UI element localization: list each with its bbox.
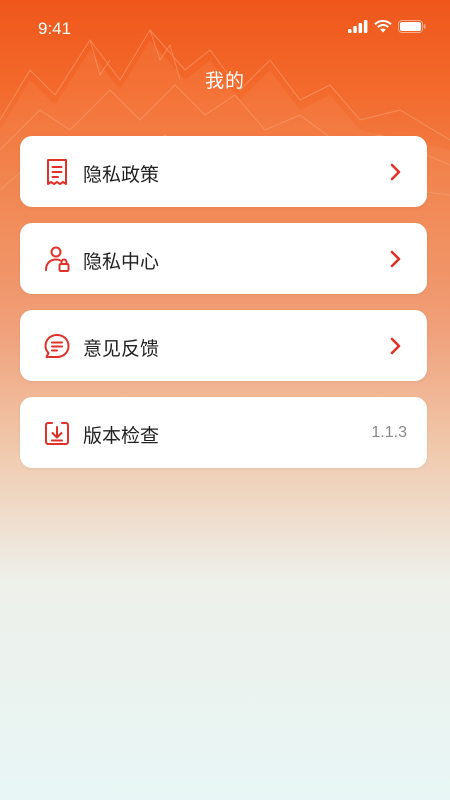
menu-item-version-check[interactable]: 版本检查 1.1.3 <box>20 397 427 468</box>
cellular-signal-icon <box>348 20 368 33</box>
menu-item-privacy-center[interactable]: 隐私中心 <box>20 223 427 294</box>
status-time: 9:41 <box>38 19 72 38</box>
menu-item-label: 版本检查 <box>83 425 160 447</box>
menu-item-label: 隐私政策 <box>83 164 160 186</box>
menu-item-privacy-policy[interactable]: 隐私政策 <box>20 136 427 207</box>
status-icons <box>348 20 426 33</box>
menu-item-label: 意见反馈 <box>83 338 160 360</box>
menu-item-label: 隐私中心 <box>83 251 160 273</box>
chat-icon <box>44 334 70 358</box>
menu-list: 隐私政策 隐私中心 意见反馈 版本检查 1.1.3 <box>20 136 427 484</box>
chevron-right-icon <box>390 163 401 181</box>
chevron-right-icon <box>390 250 401 268</box>
wifi-icon <box>374 20 392 33</box>
document-icon <box>47 159 67 185</box>
download-box-icon <box>45 422 69 445</box>
status-bar: 9:41 <box>0 0 450 56</box>
chevron-right-icon <box>390 337 401 355</box>
page-title: 我的 <box>204 70 245 92</box>
battery-icon <box>398 20 426 33</box>
menu-item-feedback[interactable]: 意见反馈 <box>20 310 427 381</box>
user-lock-icon <box>45 246 70 272</box>
version-number: 1.1.3 <box>371 424 407 441</box>
